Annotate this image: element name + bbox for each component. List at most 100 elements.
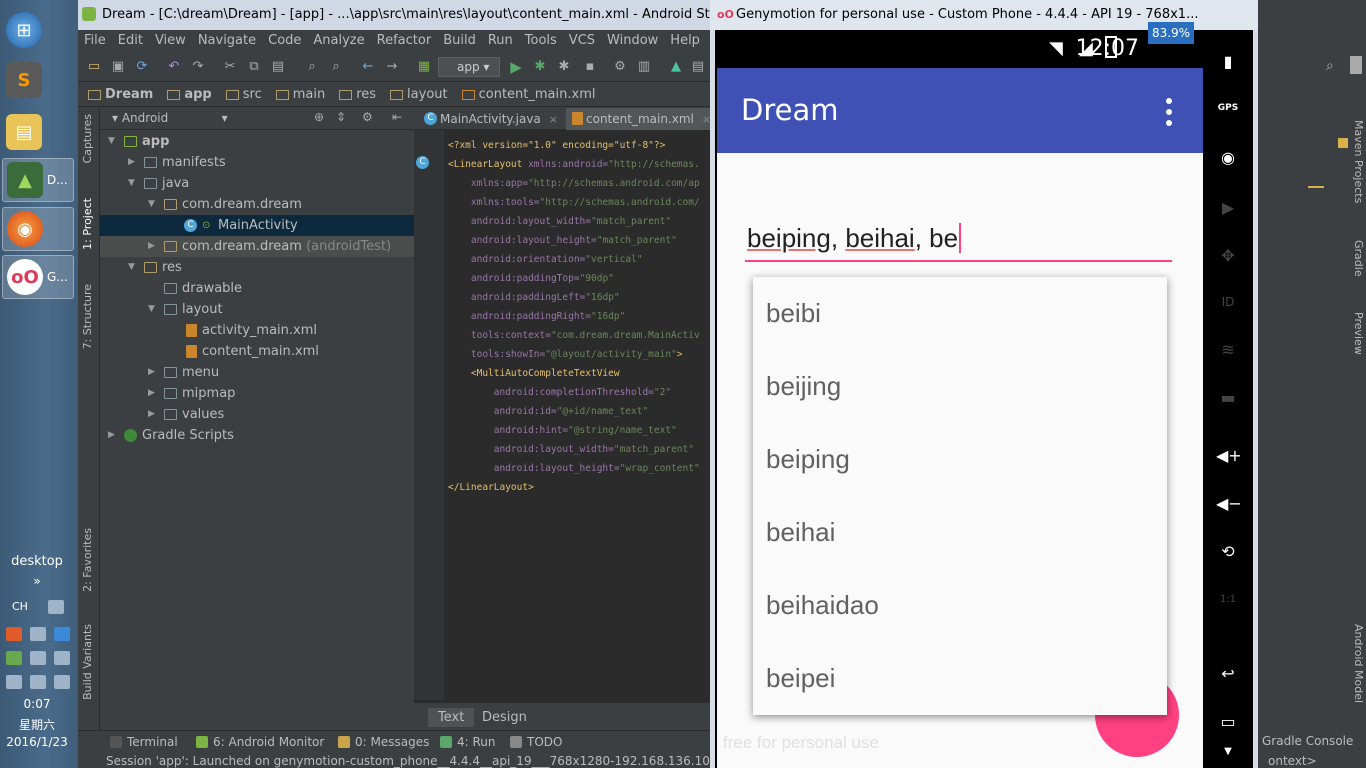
scroll-down-icon[interactable]: ▼ — [1216, 740, 1240, 764]
breadcrumb-item[interactable]: layout — [390, 87, 448, 102]
ime-indicator[interactable]: CH — [12, 600, 28, 614]
gear-icon[interactable]: ⚙ — [362, 110, 373, 124]
find-icon[interactable]: ⌕ — [304, 59, 320, 75]
tree-item-menu[interactable]: ▶ menu — [100, 362, 414, 383]
tree-item-res[interactable]: ▼ res — [100, 257, 414, 278]
tree-item-activity-main-xml[interactable]: activity_main.xml — [100, 320, 414, 341]
tab-maven-projects[interactable]: Maven Projects — [1352, 120, 1365, 203]
tab-mainactivity-java[interactable]: C MainActivity.java × — [420, 108, 560, 130]
device-icon[interactable] — [54, 651, 70, 665]
tree-item-drawable[interactable]: drawable — [100, 278, 414, 299]
taskbar-genymotion[interactable]: oO G... — [2, 255, 74, 299]
sdk-manager-icon[interactable]: ▥ — [636, 59, 652, 75]
tab-favorites[interactable]: 2: Favorites — [81, 528, 94, 592]
tab-preview[interactable]: Preview — [1352, 312, 1365, 355]
tree-item-app[interactable]: ▼ app — [100, 131, 414, 152]
redo-icon[interactable]: ↷ — [190, 59, 206, 75]
menu-run[interactable]: Run — [488, 30, 513, 52]
attach-debugger-icon[interactable]: ✱ — [556, 59, 572, 75]
tab-design[interactable]: Design — [472, 708, 537, 727]
menu-edit[interactable]: Edit — [118, 30, 143, 52]
recent-apps-icon[interactable]: ▭ — [1216, 710, 1240, 734]
back-icon[interactable]: ↩ — [1216, 662, 1240, 686]
tab-captures[interactable]: Captures — [81, 114, 94, 163]
monitor-icon[interactable] — [30, 627, 46, 641]
taskbar-android-studio[interactable]: ▲ D... — [2, 158, 74, 202]
code-line[interactable]: android:hint="@string/name_text" — [448, 421, 677, 440]
make-project-icon[interactable]: ▦ — [416, 59, 432, 75]
expand-arrow-icon[interactable]: ▶ — [108, 425, 115, 446]
code-line[interactable]: android:orientation="vertical" — [448, 250, 643, 269]
forward-icon[interactable]: → — [384, 59, 400, 75]
todo-tool-button[interactable]: TODO — [510, 735, 562, 749]
search-icon[interactable]: ⌕ — [1326, 58, 1334, 74]
replace-icon[interactable]: ⌕ — [328, 59, 344, 75]
expand-arrow-icon[interactable]: ▶ — [148, 236, 155, 257]
volume-icon[interactable] — [30, 675, 46, 689]
network-app-icon[interactable] — [54, 627, 70, 641]
code-line[interactable]: android:paddingTop="90dp" — [448, 269, 614, 288]
code-line[interactable]: android:paddingRight="16dp" — [448, 307, 625, 326]
qq-icon[interactable] — [6, 627, 22, 641]
tab-build-variants[interactable]: Build Variants — [81, 624, 94, 700]
suggestion-item[interactable]: beibi — [753, 277, 1167, 350]
tree-item-gradle-scripts[interactable]: ▶ Gradle Scripts — [100, 425, 414, 446]
close-tab-icon[interactable]: × — [549, 113, 558, 126]
code-line[interactable]: android:layout_width="match_parent" — [448, 440, 694, 459]
expand-arrow-icon[interactable]: ▼ — [108, 131, 115, 152]
expand-arrow-icon[interactable]: ▼ — [148, 299, 155, 320]
sync-scroll-icon[interactable]: ⊕ — [314, 110, 324, 124]
camera-widget-icon[interactable]: ◉ — [1216, 146, 1240, 170]
project-structure-icon[interactable]: ⚙ — [612, 59, 628, 75]
tab-structure[interactable]: 7: Structure — [81, 284, 94, 349]
device-monitor-icon[interactable]: ▤ — [690, 59, 706, 75]
code-line[interactable]: <LinearLayout xmlns:android="http://sche… — [448, 155, 700, 174]
rotate-icon[interactable]: ⟲ — [1216, 540, 1240, 564]
code-line[interactable]: <?xml version="1.0" encoding="utf-8"?> — [448, 136, 665, 155]
expand-arrow-icon[interactable]: ▶ — [148, 383, 155, 404]
sublime-shortcut[interactable]: S — [2, 58, 74, 102]
desktop-toolbar-label[interactable]: desktop — [0, 554, 74, 569]
suggestion-item[interactable]: beiping — [753, 423, 1167, 496]
tree-item-layout[interactable]: ▼ layout — [100, 299, 414, 320]
code-line[interactable]: android:id="@+id/name_text" — [448, 402, 648, 421]
avd-manager-icon[interactable]: ▲ — [668, 59, 684, 75]
explorer-shortcut[interactable]: ▤ — [2, 110, 74, 154]
tree-item-manifests[interactable]: ▶ manifests — [100, 152, 414, 173]
close-tab-icon[interactable]: × — [702, 113, 710, 126]
start-button[interactable]: ⊞ — [2, 8, 74, 52]
back-icon[interactable]: ← — [360, 59, 376, 75]
tab-project[interactable]: 1: Project — [81, 198, 94, 250]
tree-item-values[interactable]: ▶ values — [100, 404, 414, 425]
expand-arrow-icon[interactable]: ▶ — [128, 152, 135, 173]
tab-gradle[interactable]: Gradle — [1352, 240, 1365, 277]
expand-arrow-icon[interactable]: ▼ — [128, 173, 135, 194]
signal-icon[interactable] — [6, 675, 22, 689]
menu-navigate[interactable]: Navigate — [198, 30, 256, 52]
expand-arrow-icon[interactable]: ▶ — [148, 362, 155, 383]
multi-autocomplete-input[interactable]: beiping, beihai, be — [747, 223, 962, 254]
suggestion-item[interactable]: beipei — [753, 642, 1167, 715]
menu-vcs[interactable]: VCS — [569, 30, 595, 52]
display-icon[interactable] — [54, 675, 70, 689]
tree-item-java[interactable]: ▼ java — [100, 173, 414, 194]
suggestion-item[interactable]: beihai — [753, 496, 1167, 569]
open-folder-icon[interactable]: ▭ — [86, 59, 102, 75]
sdk-icon[interactable] — [1350, 56, 1362, 74]
tab-android-model[interactable]: Android Model — [1352, 624, 1365, 703]
suggestion-item[interactable]: beihaidao — [753, 569, 1167, 642]
nvidia-icon[interactable] — [6, 651, 22, 665]
copy-icon[interactable]: ⧉ — [246, 59, 262, 75]
tab-content-main-xml[interactable]: content_main.xml × — [566, 108, 710, 130]
tab-text[interactable]: Text — [428, 708, 475, 727]
breadcrumb-item[interactable]: app — [167, 87, 212, 102]
keyboard-icon[interactable] — [47, 600, 64, 614]
breadcrumb-item[interactable]: src — [225, 87, 262, 102]
breadcrumb-item[interactable]: content_main.xml — [461, 87, 595, 102]
tree-item-mainactivity[interactable]: C ⊙ MainActivity — [100, 215, 414, 236]
code-line[interactable]: <MultiAutoCompleteTextView — [448, 364, 620, 383]
cut-icon[interactable]: ✂ — [222, 59, 238, 75]
menu-help[interactable]: Help — [670, 30, 700, 52]
project-view-select[interactable]: ▾ Android ▾ — [112, 111, 228, 125]
chevron-down-icon[interactable]: » — [0, 574, 74, 588]
